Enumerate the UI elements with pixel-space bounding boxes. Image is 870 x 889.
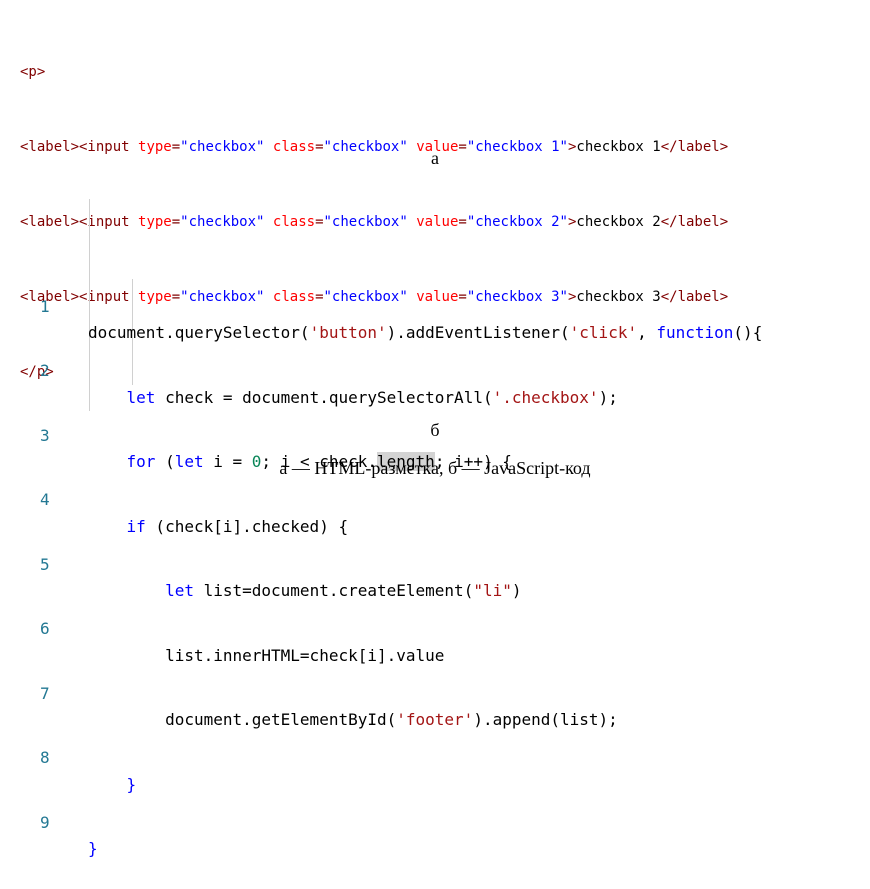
- code-line-6: 6 list.innerHTML=check[i].value: [0, 590, 870, 665]
- code-line-3: 3 for (let i = 0; i < check.length; i++)…: [0, 396, 870, 471]
- line-number: 2: [40, 361, 50, 380]
- caption-b: б: [430, 420, 440, 440]
- javascript-code-block: 1 document.querySelector('button').addEv…: [0, 172, 870, 859]
- line-number: 8: [40, 748, 50, 767]
- code-line-7: 7 document.getElementById('footer').appe…: [0, 654, 870, 730]
- line-number: 6: [40, 619, 50, 638]
- code-line-9: 9 }: [0, 783, 870, 859]
- indent-guide-1: [89, 199, 90, 411]
- html-line-p-open: <p>: [20, 64, 46, 80]
- figure-caption: а — HTML-разметка, б — JavaScript-код: [279, 458, 591, 478]
- caption-a: а: [431, 148, 439, 168]
- line-number: 4: [40, 490, 50, 509]
- line-number: 1: [40, 296, 50, 316]
- code-line-5: 5 let list=document.createElement("li"): [0, 525, 870, 601]
- line-number: 5: [40, 554, 50, 574]
- line-number: 9: [40, 812, 50, 832]
- code-line-1: 1 document.querySelector('button').addEv…: [0, 267, 870, 343]
- code-line-8: 8 }: [0, 719, 870, 794]
- line-number: 7: [40, 683, 50, 703]
- code-line-2: 2 let check = document.querySelectorAll(…: [0, 332, 870, 407]
